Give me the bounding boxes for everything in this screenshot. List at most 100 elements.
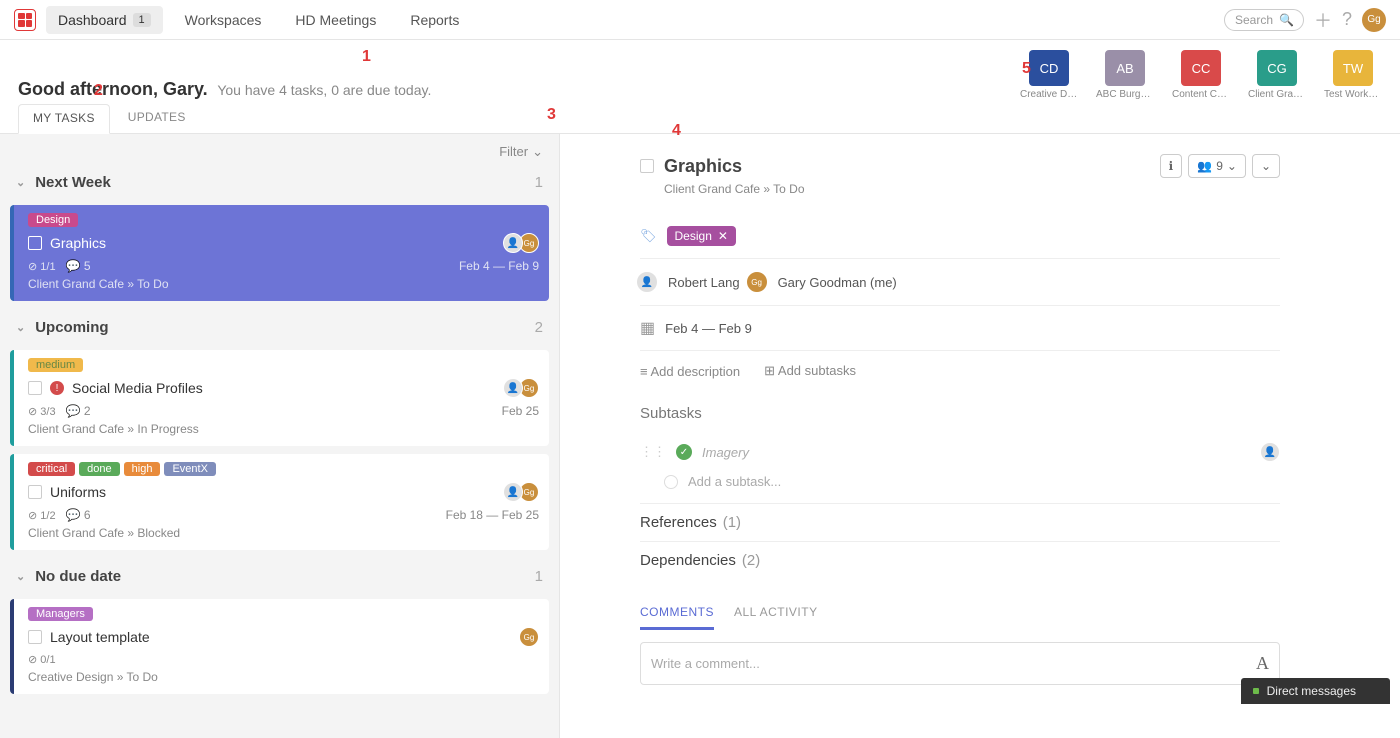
detail-checkbox[interactable] xyxy=(640,159,654,173)
comments-count: 💬 5 xyxy=(66,259,91,273)
subtasks-count: ⊘ 3/3 xyxy=(28,405,56,418)
task-checkbox[interactable] xyxy=(28,381,42,395)
task-checkbox[interactable] xyxy=(28,236,42,250)
workspace-label: ABC Burgers... xyxy=(1096,89,1154,100)
chevron-down-icon: ⌄ xyxy=(16,321,25,334)
avatar[interactable] xyxy=(636,271,658,293)
add-description-button[interactable]: ≡ Add description xyxy=(640,364,740,379)
chevron-down-icon: ⌄ xyxy=(532,144,543,160)
tab-activity[interactable]: ALL ACTIVITY xyxy=(734,597,818,630)
subtasks-header: Subtasks xyxy=(640,405,1280,422)
workspace-tile[interactable]: TW Test Worksp... xyxy=(1324,50,1382,100)
detail-dates-row[interactable]: ▦ Feb 4 — Feb 9 xyxy=(640,306,1280,351)
subtabs: MY TASKS UPDATES xyxy=(0,100,1400,134)
nav-reports[interactable]: Reports xyxy=(398,6,471,34)
subtask-title: Imagery xyxy=(702,445,749,460)
nav-dashboard[interactable]: Dashboard 1 xyxy=(46,6,163,34)
avatar[interactable]: Gg xyxy=(746,271,768,293)
search-input[interactable]: Search 🔍 xyxy=(1224,9,1304,31)
section-header[interactable]: ⌄ No due date 1 xyxy=(0,558,559,595)
task-path: Client Grand Cafe » To Do xyxy=(28,277,539,291)
section-header[interactable]: ⌄Next Week1 xyxy=(0,164,559,201)
watchers-button[interactable]: 👥 9 ⌄ xyxy=(1188,154,1246,178)
task-detail-pane: Graphics ℹ 👥 9 ⌄ ⌄ Client Grand Cafe » T… xyxy=(560,134,1400,738)
comments-count: 💬 6 xyxy=(66,508,91,522)
avatar[interactable] xyxy=(1260,442,1280,462)
filter-label: Filter xyxy=(499,144,528,160)
workspace-tiles: CDCreative De... ABABC Burgers... CC Conten… xyxy=(1020,50,1382,100)
workspace-tile[interactable]: CDCreative De... xyxy=(1020,50,1078,100)
workspace-box: CC xyxy=(1181,50,1221,86)
workspace-box: CD xyxy=(1029,50,1069,86)
task-card[interactable]: criticaldonehighEventX Uniforms Gg ⊘ 1/2… xyxy=(10,454,549,550)
avatar[interactable] xyxy=(503,482,523,502)
detail-tags-row: 🏷 Design ✕ xyxy=(640,214,1280,259)
workspace-tile[interactable]: ABABC Burgers... xyxy=(1096,50,1154,100)
chevron-down-icon: ⌄ xyxy=(16,570,25,583)
avatar[interactable] xyxy=(503,378,523,398)
tab-my-tasks[interactable]: MY TASKS xyxy=(18,104,110,134)
drag-handle-icon[interactable]: ⋮⋮ xyxy=(640,444,666,460)
priority-icon: ! xyxy=(50,381,64,395)
help-icon[interactable]: ? xyxy=(1342,9,1352,30)
task-title: Graphics xyxy=(50,235,106,251)
nav-badge: 1 xyxy=(133,13,151,27)
tab-comments[interactable]: COMMENTS xyxy=(640,597,714,630)
tab-updates[interactable]: UPDATES xyxy=(114,104,200,133)
task-tag: done xyxy=(79,462,119,476)
remove-tag-icon[interactable]: ✕ xyxy=(718,229,728,243)
task-card[interactable]: medium ! Social Media Profiles Gg ⊘ 3/3 … xyxy=(10,350,549,446)
workspace-label: Content Cre... xyxy=(1172,89,1230,100)
calendar-icon: ▦ xyxy=(640,318,655,338)
add-subtask-input[interactable]: Add a subtask... xyxy=(640,468,1280,503)
section-header[interactable]: ⌄Upcoming2 xyxy=(0,309,559,346)
search-placeholder: Search xyxy=(1235,13,1273,27)
task-tag: medium xyxy=(28,358,83,372)
section-name: No due date xyxy=(35,568,121,585)
chevron-down-icon: ⌄ xyxy=(16,176,25,189)
add-icon[interactable]: ＋ xyxy=(1314,7,1332,33)
references-section[interactable]: References (1) xyxy=(640,503,1280,541)
detail-tabs: COMMENTS ALL ACTIVITY xyxy=(640,597,1280,630)
avatar[interactable]: Gg xyxy=(519,627,539,647)
subtasks-count: ⊘ 1/2 xyxy=(28,509,56,522)
subtask-item[interactable]: ⋮⋮ ✓ Imagery xyxy=(640,436,1280,468)
nav-meetings[interactable]: HD Meetings xyxy=(283,6,388,34)
app-logo[interactable] xyxy=(14,9,36,31)
dependencies-section[interactable]: Dependencies (2) xyxy=(640,541,1280,579)
check-complete-icon[interactable]: ✓ xyxy=(676,444,692,460)
detail-breadcrumb[interactable]: Client Grand Cafe » To Do xyxy=(664,182,1280,196)
task-checkbox[interactable] xyxy=(28,485,42,499)
task-card[interactable]: Design Graphics Gg ⊘ 1/1 💬 5 Feb 4 — Feb… xyxy=(10,205,549,301)
task-card[interactable]: Managers Layout template Gg ⊘ 0/1 Creati… xyxy=(10,599,549,694)
detail-tag-chip[interactable]: Design ✕ xyxy=(667,226,736,246)
direct-messages-bar[interactable]: Direct messages xyxy=(1241,678,1390,704)
greeting-main: Good afternoon, Gary. xyxy=(18,79,208,99)
detail-actions-row: ≡ Add description ⊞ Add subtasks xyxy=(640,351,1280,391)
format-icon[interactable]: A xyxy=(1256,653,1269,674)
comments-count: 💬 2 xyxy=(66,404,91,418)
task-tag: Design xyxy=(28,213,78,227)
nav-label: Dashboard xyxy=(58,12,127,28)
nav-workspaces[interactable]: Workspaces xyxy=(173,6,274,34)
filter-button[interactable]: Filter ⌄ xyxy=(0,140,559,164)
section-count: 1 xyxy=(535,568,543,585)
assignee-name: Gary Goodman (me) xyxy=(778,275,897,290)
search-icon: 🔍 xyxy=(1279,13,1294,27)
workspace-label: Test Worksp... xyxy=(1324,89,1382,100)
comment-input[interactable]: Write a comment... A xyxy=(640,642,1280,685)
section-name: Upcoming xyxy=(35,319,108,336)
avatar-me[interactable]: Gg xyxy=(1362,8,1386,32)
subtasks-count: ⊘ 1/1 xyxy=(28,260,56,273)
more-button[interactable]: ⌄ xyxy=(1252,154,1280,178)
avatar[interactable] xyxy=(503,233,523,253)
add-subtasks-button[interactable]: ⊞ Add subtasks xyxy=(764,363,856,379)
tag-row: medium xyxy=(28,358,539,372)
task-avatars: Gg xyxy=(507,482,539,502)
workspace-tile[interactable]: CGClient Grand... xyxy=(1248,50,1306,100)
workspace-box: TW xyxy=(1333,50,1373,86)
tag-row: criticaldonehighEventX xyxy=(28,462,539,476)
workspace-tile[interactable]: CC Content Cre... xyxy=(1172,50,1230,100)
info-button[interactable]: ℹ xyxy=(1160,154,1183,178)
task-checkbox[interactable] xyxy=(28,630,42,644)
